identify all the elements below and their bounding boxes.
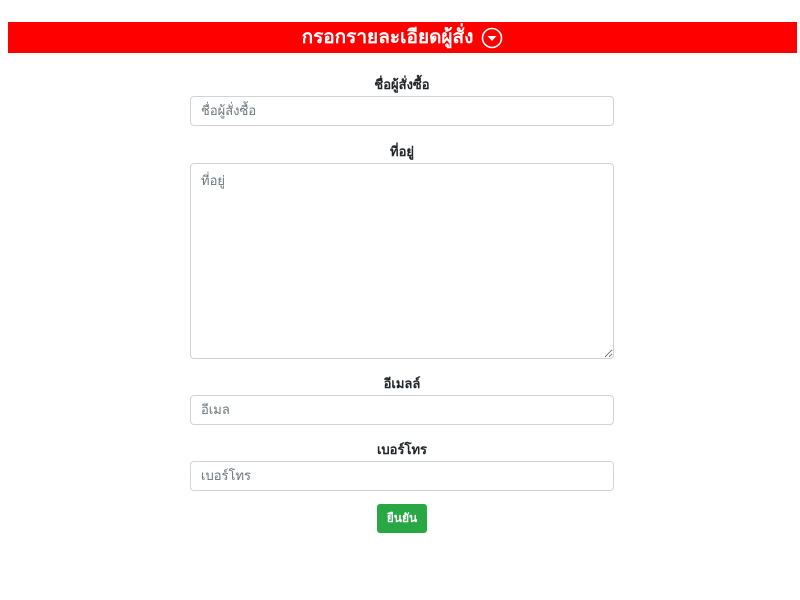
phone-input[interactable]: [190, 461, 614, 491]
order-details-header[interactable]: กรอกรายละเอียดผู้สั่ง: [8, 22, 797, 53]
chevron-down-circle-icon[interactable]: [481, 27, 503, 49]
name-label: ชื่อผู้สั่งซื้อ: [374, 78, 430, 93]
phone-label: เบอร์โทร: [376, 443, 428, 458]
address-textarea[interactable]: [190, 163, 614, 359]
address-label: ที่อยู่: [390, 145, 414, 160]
email-label: อีเมลล์: [383, 377, 421, 392]
name-input[interactable]: [190, 96, 614, 126]
email-input[interactable]: [190, 395, 614, 425]
confirm-button[interactable]: ยืนยัน: [377, 504, 427, 533]
order-details-page: กรอกรายละเอียดผู้สั่ง ชื่อผู้สั่งซื้อ ที…: [0, 0, 800, 600]
header-title: กรอกรายละเอียดผู้สั่ง: [301, 26, 474, 48]
